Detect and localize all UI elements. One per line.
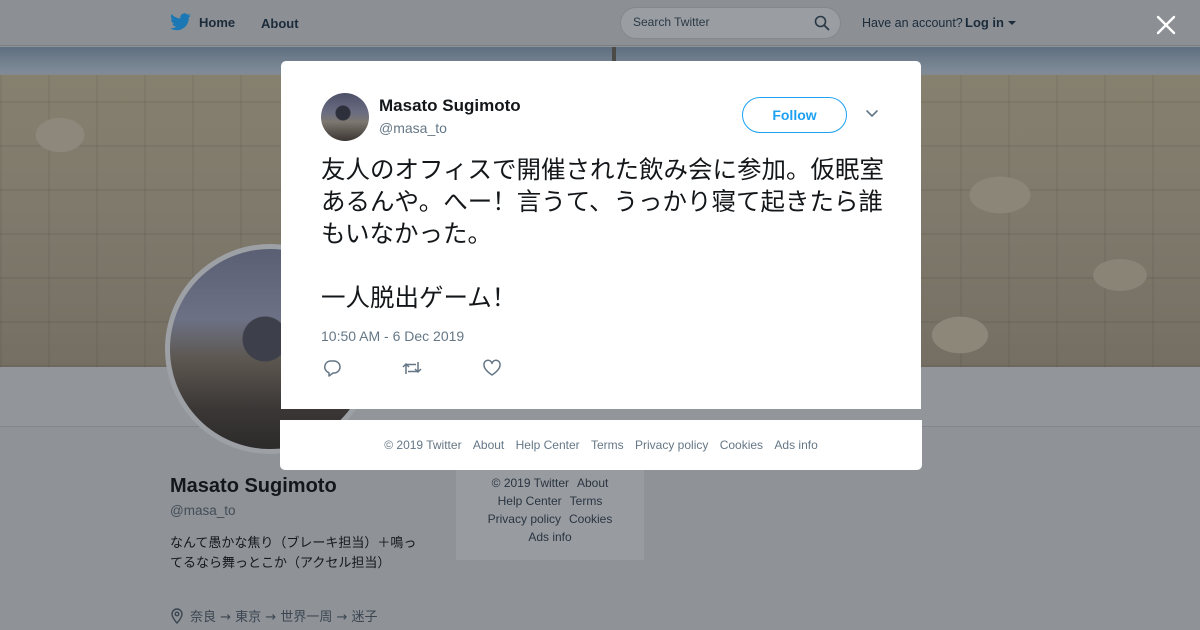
search-input[interactable] [633, 15, 803, 29]
tweet-actions [321, 359, 561, 379]
bg-footer-cookies[interactable]: Cookies [569, 512, 612, 526]
nav-about-link[interactable]: About [261, 16, 299, 31]
tweet-modal: Masato Sugimoto @masa_to Follow 友人のオフィスで… [281, 61, 921, 409]
chevron-down-icon[interactable] [865, 109, 879, 119]
top-navigation-bar: Home About Have an account? Log in [0, 0, 1200, 46]
profile-name[interactable]: Masato Sugimoto [170, 475, 337, 498]
footer-ads-link[interactable]: Ads info [774, 438, 817, 452]
bg-footer-ads[interactable]: Ads info [528, 530, 571, 544]
nav-home-label: Home [199, 14, 236, 30]
reply-icon [323, 360, 341, 377]
profile-handle[interactable]: @masa_to [170, 503, 235, 518]
tweet-timestamp[interactable]: 10:50 AM - 6 Dec 2019 [321, 328, 464, 344]
footer-terms-link[interactable]: Terms [591, 438, 624, 452]
tweet-author-avatar[interactable] [321, 93, 369, 141]
bg-footer-about[interactable]: About [577, 476, 608, 490]
twitter-bird-icon [170, 13, 191, 31]
bg-footer-privacy[interactable]: Privacy policy [488, 512, 561, 526]
retweet-button[interactable] [401, 359, 481, 379]
tweet-author-name[interactable]: Masato Sugimoto [379, 96, 521, 116]
location-pin-icon [171, 607, 183, 624]
nav-home-link[interactable]: Home [170, 13, 235, 31]
login-caret-icon[interactable] [1008, 21, 1016, 25]
follow-button[interactable]: Follow [742, 97, 847, 133]
profile-location-text: 奈良 → 東京 → 世界一周 → 迷子 [190, 610, 378, 625]
login-link[interactable]: Log in [965, 15, 1004, 30]
retweet-icon [402, 362, 422, 374]
footer-copyright: © 2019 Twitter [384, 438, 462, 452]
heart-icon [483, 359, 501, 376]
tweet-text: 友人のオフィスで開催された飲み会に参加。仮眠室あるんや。へー！言うて、うっかり寝… [321, 155, 885, 312]
footer-privacy-link[interactable]: Privacy policy [635, 438, 708, 452]
tweet-author-handle[interactable]: @masa_to [379, 120, 447, 136]
search-icon[interactable] [814, 15, 830, 31]
like-button[interactable] [481, 359, 561, 379]
search-box[interactable] [620, 7, 841, 39]
close-icon[interactable] [1153, 12, 1179, 38]
background-footer-card: © 2019 Twitter About Help Center Terms Pri… [456, 460, 644, 560]
profile-location: 奈良 → 東京 → 世界一周 → 迷子 [170, 606, 377, 625]
bg-footer-terms[interactable]: Terms [570, 494, 603, 508]
have-account-text: Have an account? [862, 16, 963, 30]
footer-cookies-link[interactable]: Cookies [720, 438, 763, 452]
modal-footer: © 2019 Twitter About Help Center Terms P… [280, 420, 922, 470]
profile-bio: なんて愚かな焦り（ブレーキ担当）＋鳴ってるなら舞っとこか（アクセル担当） [170, 536, 417, 571]
reply-button[interactable] [321, 359, 401, 379]
footer-about-link[interactable]: About [473, 438, 504, 452]
bg-footer-copyright: © 2019 Twitter [491, 476, 569, 490]
footer-help-link[interactable]: Help Center [516, 438, 580, 452]
bg-footer-help[interactable]: Help Center [498, 494, 562, 508]
